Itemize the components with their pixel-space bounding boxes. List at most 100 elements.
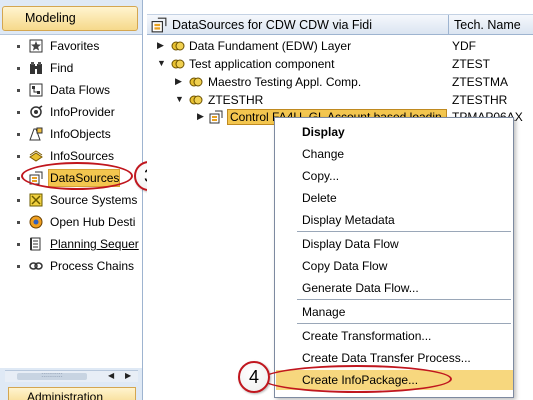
process-chains-icon xyxy=(29,262,43,270)
tech-name: ZTESTHR xyxy=(452,93,508,107)
nav-item-find[interactable]: Find xyxy=(0,58,142,78)
menu-item-change[interactable]: Change xyxy=(276,144,513,164)
source-systems-icon xyxy=(29,193,43,207)
step3-highlight-ellipse xyxy=(21,162,133,190)
tech-name: YDF xyxy=(452,39,476,53)
nav-label: InfoObjects xyxy=(50,127,111,141)
infosources-icon xyxy=(29,150,43,162)
nav-item-data-flows[interactable]: Data Flows xyxy=(0,80,142,100)
menu-separator xyxy=(297,323,511,324)
bullet-icon xyxy=(17,89,20,92)
nav-item-open-hub[interactable]: Open Hub Desti xyxy=(0,212,142,232)
bullet-icon xyxy=(17,243,20,246)
nav-label: Data Flows xyxy=(50,83,111,97)
context-menu: Display Change Copy... Delete Display Me… xyxy=(274,117,514,398)
menu-item-display-metadata[interactable]: Display Metadata xyxy=(276,210,513,230)
tech-name: ZTESTMA xyxy=(452,75,508,89)
menu-item-create-dtp[interactable]: Create Data Transfer Process... xyxy=(276,348,513,368)
nav-item-favorites[interactable]: Favorites xyxy=(0,36,142,56)
bullet-icon xyxy=(17,111,20,114)
tree-row[interactable]: ▶ Data Fundament (EDW) Layer YDF xyxy=(147,37,533,55)
tech-name: ZTEST xyxy=(452,57,490,71)
menu-item-delete[interactable]: Delete xyxy=(276,188,513,208)
bullet-icon xyxy=(17,265,20,268)
tree-label: Maestro Testing Appl. Comp. xyxy=(208,75,362,89)
datasource-icon xyxy=(209,110,223,124)
step4-highlight-ellipse xyxy=(262,365,452,393)
menu-label: Display Data Flow xyxy=(302,237,399,251)
tree-title: DataSources for CDW CDW via Fidi xyxy=(172,18,373,32)
nav-label: Find xyxy=(50,61,74,75)
menu-label: Create Transformation... xyxy=(302,329,432,343)
infoarea-icon xyxy=(171,59,185,69)
infoarea-icon xyxy=(189,77,203,87)
menu-label: Create Data Transfer Process... xyxy=(302,351,471,365)
infoarea-icon xyxy=(171,41,185,51)
menu-label: Copy... xyxy=(302,169,340,183)
tree-row[interactable]: ▶ Maestro Testing Appl. Comp. ZTESTMA xyxy=(147,73,533,91)
open-hub-icon xyxy=(29,215,43,229)
nav-label: Planning Sequer xyxy=(50,237,139,251)
nav-item-infoprovider[interactable]: InfoProvider xyxy=(0,102,142,122)
tree-header: DataSources for CDW CDW via Fidi Tech. N… xyxy=(147,14,533,35)
menu-item-display-data-flow[interactable]: Display Data Flow xyxy=(276,234,513,254)
menu-label: Generate Data Flow... xyxy=(302,281,419,295)
scroll-right-icon[interactable]: ▶ xyxy=(125,371,131,380)
tree-label: ZTESTHR xyxy=(208,93,264,107)
bullet-icon xyxy=(17,221,20,224)
menu-item-generate-data-flow[interactable]: Generate Data Flow... xyxy=(276,278,513,298)
menu-label: Delete xyxy=(302,191,337,205)
menu-label: Display xyxy=(302,125,345,139)
planning-icon xyxy=(30,237,41,251)
infoobjects-icon xyxy=(29,127,43,141)
nav-label: InfoProvider xyxy=(50,105,115,119)
administration-header[interactable]: Administration xyxy=(8,387,136,400)
nav-label: Open Hub Desti xyxy=(50,215,136,229)
bullet-icon xyxy=(17,177,20,180)
bullet-icon xyxy=(17,133,20,136)
tree-label: Data Fundament (EDW) Layer xyxy=(189,39,352,53)
menu-item-copy[interactable]: Copy... xyxy=(276,166,513,186)
horizontal-scrollbar[interactable]: ::::::::::: ◀ ▶ xyxy=(5,370,138,382)
datasources-icon xyxy=(151,17,167,33)
expand-arrow-icon[interactable]: ▶ xyxy=(175,76,182,87)
menu-item-copy-data-flow[interactable]: Copy Data Flow xyxy=(276,256,513,276)
menu-item-display[interactable]: Display xyxy=(276,122,513,142)
data-flow-icon xyxy=(29,83,43,97)
navigation-list: Favorites Find Data Flows InfoProvider I… xyxy=(0,34,142,368)
collapse-arrow-icon[interactable]: ▼ xyxy=(175,94,184,104)
infoprovider-icon xyxy=(30,105,43,118)
bullet-icon xyxy=(17,199,20,202)
menu-item-create-transformation[interactable]: Create Transformation... xyxy=(276,326,513,346)
tech-name-column-header[interactable]: Tech. Name xyxy=(454,18,521,32)
nav-item-source-systems[interactable]: Source Systems xyxy=(0,190,142,210)
navigation-pane: Modeling Favorites Find Data Flows InfoP… xyxy=(0,0,143,400)
tree-row[interactable]: ▼ Test application component ZTEST xyxy=(147,55,533,73)
menu-label: Manage xyxy=(302,305,346,319)
menu-label: Copy Data Flow xyxy=(302,259,388,273)
nav-item-process-chains[interactable]: Process Chains xyxy=(0,256,142,276)
collapse-arrow-icon[interactable]: ▼ xyxy=(157,58,166,68)
nav-label: Source Systems xyxy=(50,193,138,207)
scroll-left-icon[interactable]: ◀ xyxy=(108,371,114,380)
expand-arrow-icon[interactable]: ▶ xyxy=(197,111,204,122)
step4-badge: 4 xyxy=(238,361,270,393)
menu-label: Change xyxy=(302,147,345,161)
bullet-icon xyxy=(17,155,20,158)
nav-label: Process Chains xyxy=(50,259,135,273)
bullet-icon xyxy=(17,45,20,48)
menu-label: Display Metadata xyxy=(302,213,395,227)
favorites-icon xyxy=(29,39,43,53)
nav-label: InfoSources xyxy=(50,149,115,163)
nav-item-infoobjects[interactable]: InfoObjects xyxy=(0,124,142,144)
scroll-grip[interactable]: ::::::::::: xyxy=(17,372,87,380)
nav-item-planning-sequence[interactable]: Planning Sequer xyxy=(0,234,142,254)
column-divider[interactable] xyxy=(448,15,449,35)
infoarea-icon xyxy=(189,95,203,105)
modeling-header[interactable]: Modeling xyxy=(2,6,138,31)
expand-arrow-icon[interactable]: ▶ xyxy=(157,40,164,51)
bullet-icon xyxy=(17,67,20,70)
menu-item-manage[interactable]: Manage xyxy=(276,302,513,322)
menu-separator xyxy=(297,231,511,232)
tree-row[interactable]: ▼ ZTESTHR ZTESTHR xyxy=(147,91,533,109)
